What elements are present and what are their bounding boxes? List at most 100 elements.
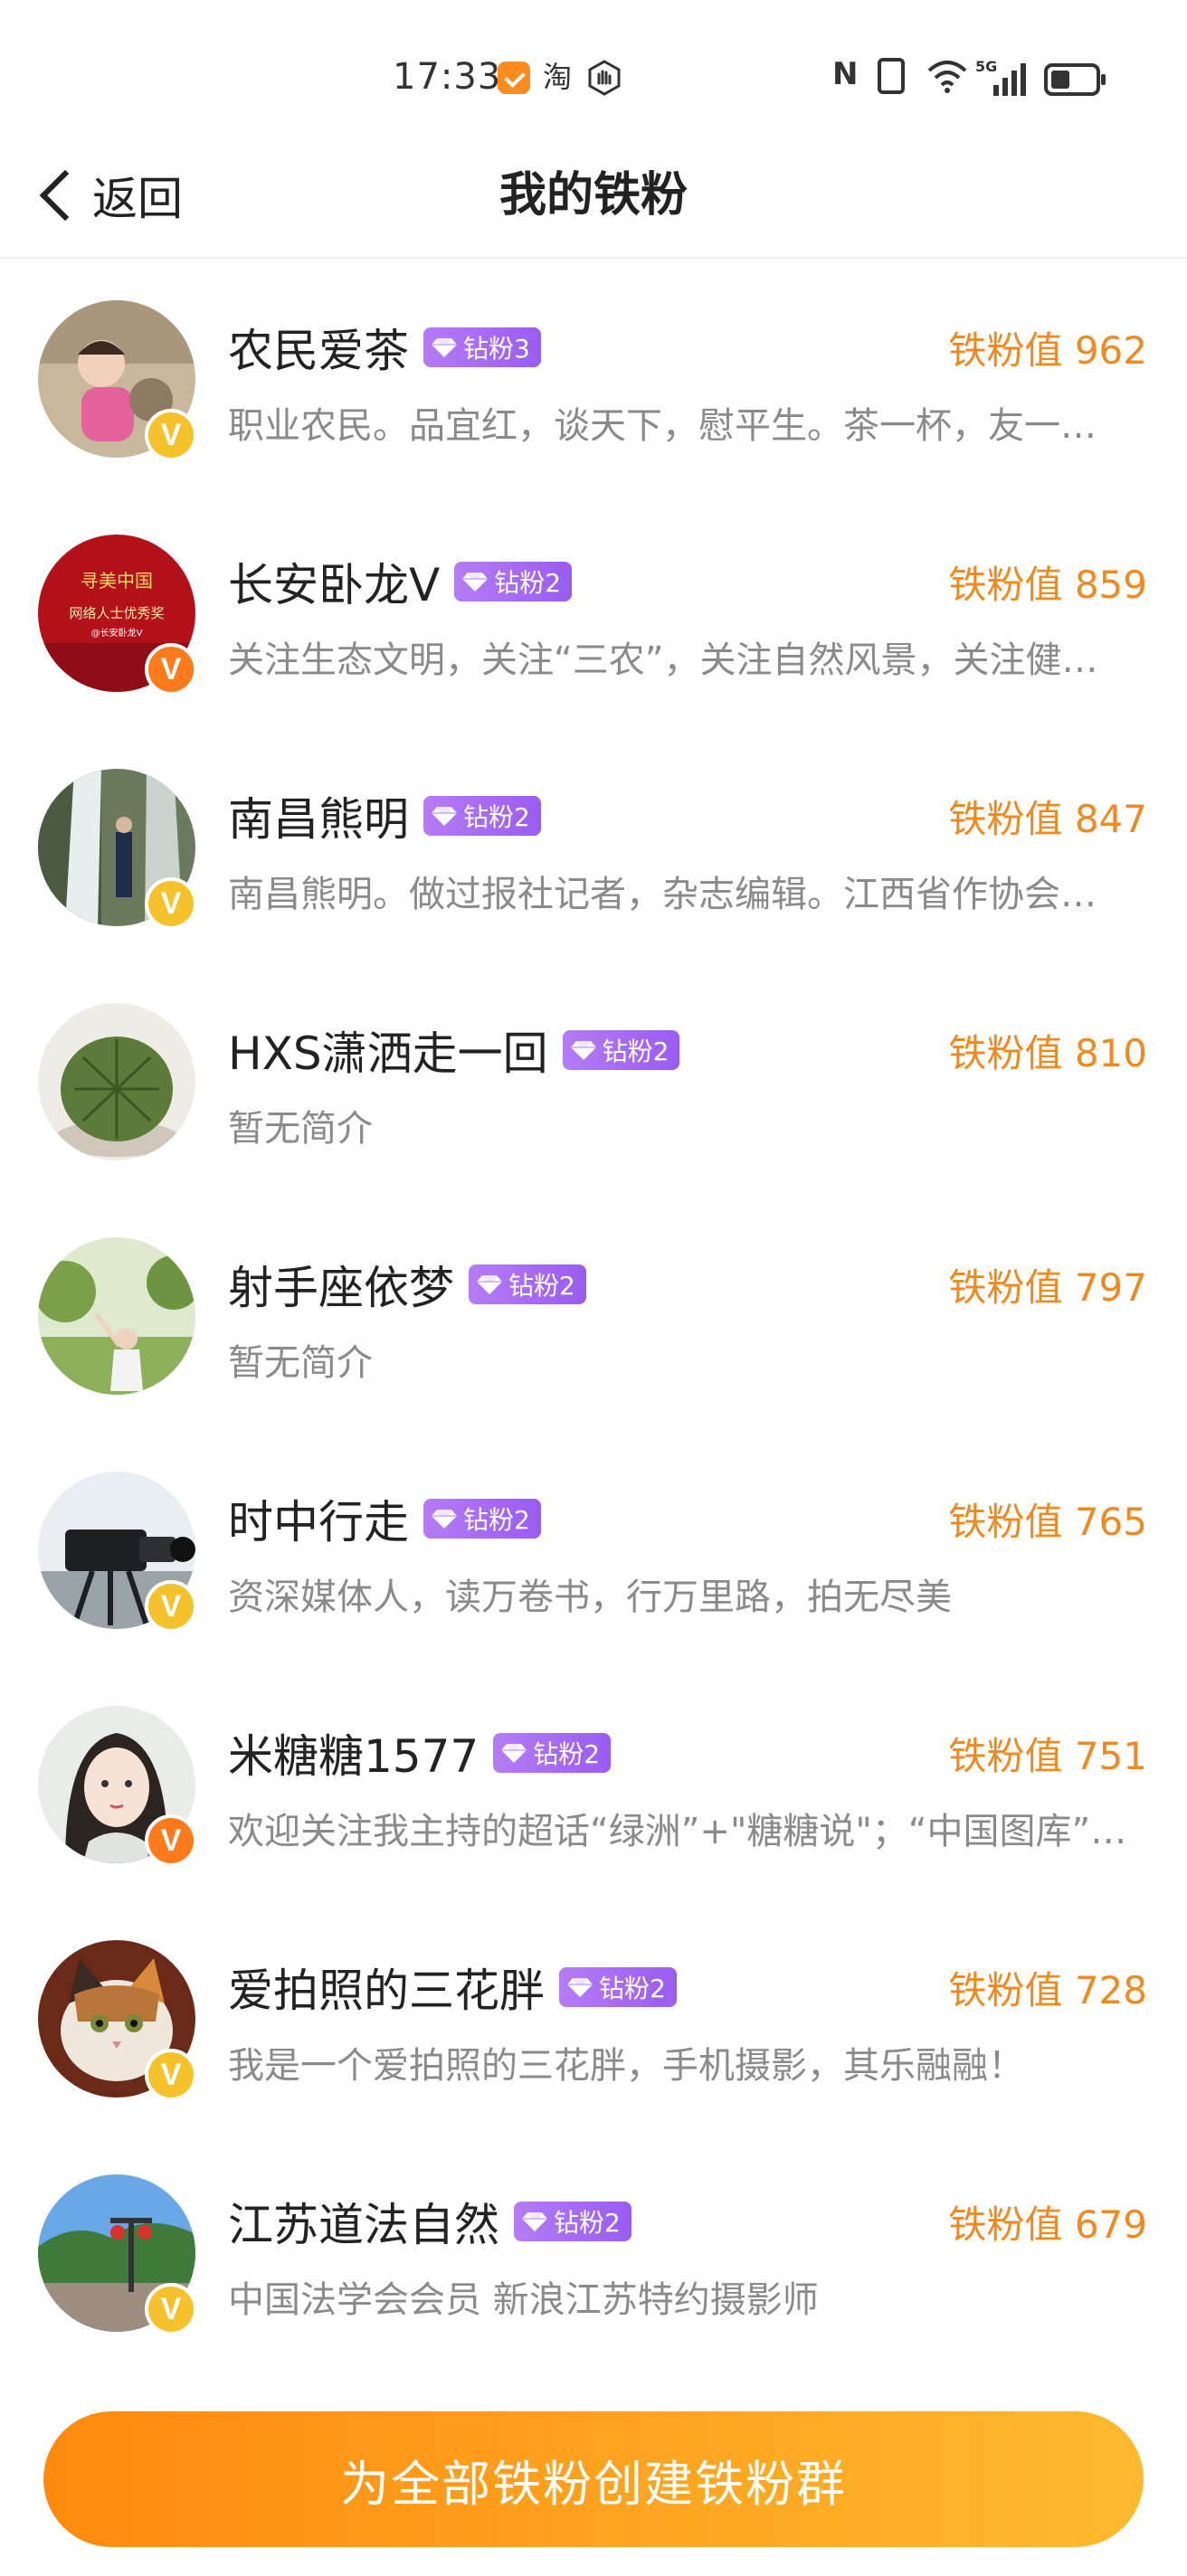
fan-score: 铁粉值 847 xyxy=(948,797,1147,841)
verified-badge-icon: V xyxy=(145,2049,197,2101)
name-line: 农民爱茶 钻粉3 xyxy=(228,315,541,380)
fan-name[interactable]: 射手座依梦 xyxy=(228,1252,454,1317)
fan-bio: 南昌熊明。做过报社记者，杂志编辑。江西省作协会… xyxy=(228,874,1097,915)
status-bar: 17:33 淘 N 5G xyxy=(0,0,1187,136)
fan-level-badge: 钻粉2 xyxy=(559,1967,677,2007)
wifi-icon xyxy=(927,61,967,93)
fan-bio: 资深媒体人，读万卷书，行万里路，拍无尽美 xyxy=(228,1577,952,1618)
fan-name[interactable]: 时中行走 xyxy=(228,1486,409,1551)
fan-level-badge: 钻粉3 xyxy=(423,327,541,367)
avatar xyxy=(38,1237,195,1395)
diamond-icon xyxy=(477,1275,502,1294)
fan-score: 铁粉值 728 xyxy=(948,1968,1147,2012)
create-fan-group-button[interactable]: 为全部铁粉创建铁粉群 xyxy=(43,2411,1144,2547)
fan-level-label: 钻粉2 xyxy=(533,1739,601,1769)
fan-row[interactable]: V 农民爱茶 钻粉3 铁粉值 962 职业农民。品宜红，谈天下，慰平生。茶一杯，… xyxy=(0,262,1187,497)
weibo-notify-icon xyxy=(498,62,530,94)
verified-badge-icon: V xyxy=(145,1814,197,1867)
name-line: 南昌熊明 钻粉2 xyxy=(228,783,541,848)
fan-avatar-wrap[interactable] xyxy=(38,1003,195,1160)
diamond-icon xyxy=(432,1510,457,1529)
fan-level-badge: 钻粉2 xyxy=(423,1499,541,1539)
diamond-icon xyxy=(432,807,457,826)
fan-name[interactable]: 江苏道法自然 xyxy=(228,2189,499,2254)
name-line: 米糖糖1577 钻粉2 xyxy=(228,1720,612,1785)
fan-row[interactable]: HXS潇洒走一回 钻粉2 铁粉值 810 暂无简介 xyxy=(0,965,1187,1199)
fan-level-label: 钻粉2 xyxy=(599,1974,666,2003)
fan-name[interactable]: HXS潇洒走一回 xyxy=(228,1018,548,1083)
fan-level-badge: 钻粉2 xyxy=(493,1733,612,1773)
name-line: 江苏道法自然 钻粉2 xyxy=(228,2189,631,2254)
fan-level-badge: 钻粉2 xyxy=(514,2202,631,2241)
fan-avatar-wrap[interactable]: V xyxy=(38,1706,197,1867)
name-line: HXS潇洒走一回 钻粉2 xyxy=(228,1018,680,1083)
svg-text:@长安卧龙V: @长安卧龙V xyxy=(91,627,143,639)
fan-bio: 我是一个爱拍照的三花胖，手机摄影，其乐融融！ xyxy=(228,2045,1024,2087)
svg-text:寻美中国: 寻美中国 xyxy=(81,570,153,592)
fan-level-label: 钻粉2 xyxy=(508,1271,575,1301)
fan-score: 铁粉值 810 xyxy=(948,1031,1147,1075)
fan-bio: 职业农民。品宜红，谈天下，慰平生。茶一杯，友一… xyxy=(228,405,1097,447)
fan-level-label: 钻粉2 xyxy=(463,802,530,832)
fan-level-badge: 钻粉2 xyxy=(562,1030,680,1070)
fan-score: 铁粉值 859 xyxy=(948,563,1147,607)
verified-badge-icon: V xyxy=(145,877,197,930)
diamond-icon xyxy=(567,1978,593,1997)
fan-level-label: 钻粉3 xyxy=(463,334,530,364)
verified-badge-icon: V xyxy=(145,2283,197,2335)
fan-row[interactable]: V 时中行走 钻粉2 铁粉值 765 资深媒体人，读万卷书，行万里路，拍无尽美 xyxy=(0,1434,1187,1668)
fan-name[interactable]: 爱拍照的三花胖 xyxy=(228,1955,545,2020)
fan-level-badge: 钻粉2 xyxy=(454,562,573,601)
fan-name[interactable]: 米糖糖1577 xyxy=(228,1720,479,1785)
verified-badge-icon: V xyxy=(145,409,197,461)
fan-name[interactable]: 南昌熊明 xyxy=(228,783,409,848)
fan-level-label: 钻粉2 xyxy=(554,2208,621,2238)
verified-badge-icon: V xyxy=(145,643,197,696)
fan-score: 铁粉值 797 xyxy=(948,1265,1147,1310)
fan-name[interactable]: 农民爱茶 xyxy=(228,315,409,380)
fan-score: 铁粉值 679 xyxy=(948,2202,1147,2247)
fan-avatar-wrap[interactable]: 寻美中国 网络人士优秀奖 @长安卧龙V V xyxy=(38,535,197,696)
name-line: 爱拍照的三花胖 钻粉2 xyxy=(228,1955,677,2020)
fan-bio: 中国法学会会员 新浪江苏特约摄影师 xyxy=(228,2279,819,2321)
avatar xyxy=(38,1003,195,1160)
fan-score: 铁粉值 962 xyxy=(948,328,1147,373)
page-title: 我的铁粉 xyxy=(499,168,688,223)
fan-level-label: 钻粉2 xyxy=(463,1505,530,1535)
fan-score: 铁粉值 751 xyxy=(948,1734,1147,1778)
bottom-bar: 为全部铁粉创建铁粉群 xyxy=(0,2375,1187,2576)
fan-row[interactable]: V 南昌熊明 钻粉2 铁粉值 847 南昌熊明。做过报社记者，杂志编辑。江西省作… xyxy=(0,731,1187,965)
fan-row[interactable]: 射手座依梦 钻粉2 铁粉值 797 暂无简介 xyxy=(0,1199,1187,1434)
battery-icon xyxy=(1044,63,1106,96)
name-line: 长安卧龙V 钻粉2 xyxy=(228,549,573,614)
fan-row[interactable]: 寻美中国 网络人士优秀奖 @长安卧龙V V 长安卧龙V 钻粉2 铁粉值 859 … xyxy=(0,497,1187,731)
fan-level-badge: 钻粉2 xyxy=(469,1264,586,1304)
diamond-icon xyxy=(432,338,457,357)
hand-icon xyxy=(588,60,621,96)
nfc-icon: N xyxy=(832,56,859,92)
fan-bio: 暂无简介 xyxy=(228,1342,373,1384)
fan-avatar-wrap[interactable]: V xyxy=(38,1940,197,2101)
fan-avatar-wrap[interactable]: V xyxy=(38,1472,197,1633)
fan-avatar-wrap[interactable]: V xyxy=(38,2174,197,2335)
fan-avatar-wrap[interactable]: V xyxy=(38,300,197,461)
signal-icon xyxy=(977,58,1028,98)
fan-row[interactable]: V 米糖糖1577 钻粉2 铁粉值 751 欢迎关注我主持的超话“绿洲”+"糖糖… xyxy=(0,1668,1187,1902)
fan-list: V 农民爱茶 钻粉3 铁粉值 962 职业农民。品宜红，谈天下，慰平生。茶一杯，… xyxy=(0,262,1187,2371)
name-line: 时中行走 钻粉2 xyxy=(228,1486,541,1551)
fan-avatar-wrap[interactable]: V xyxy=(38,769,197,930)
status-time: 17:33 xyxy=(393,56,502,98)
fan-row[interactable]: V 爱拍照的三花胖 钻粉2 铁粉值 728 我是一个爱拍照的三花胖，手机摄影，其… xyxy=(0,1902,1187,2136)
fan-row[interactable]: V 江苏道法自然 钻粉2 铁粉值 679 中国法学会会员 新浪江苏特约摄影师 xyxy=(0,2136,1187,2371)
fan-level-badge: 钻粉2 xyxy=(423,796,541,836)
fan-level-label: 钻粉2 xyxy=(602,1037,669,1066)
diamond-icon xyxy=(570,1041,596,1060)
diamond-icon xyxy=(501,1744,527,1763)
name-line: 射手座依梦 钻粉2 xyxy=(228,1252,586,1317)
fan-bio: 暂无简介 xyxy=(228,1108,373,1150)
vibrate-icon xyxy=(878,58,905,94)
fan-avatar-wrap[interactable] xyxy=(38,1237,195,1395)
fan-bio: 关注生态文明，关注“三农”，关注自然风景，关注健… xyxy=(228,639,1098,681)
fan-name[interactable]: 长安卧龙V xyxy=(228,549,440,614)
fan-bio: 欢迎关注我主持的超话“绿洲”+"糖糖说"；“中国图库”… xyxy=(228,1811,1127,1852)
